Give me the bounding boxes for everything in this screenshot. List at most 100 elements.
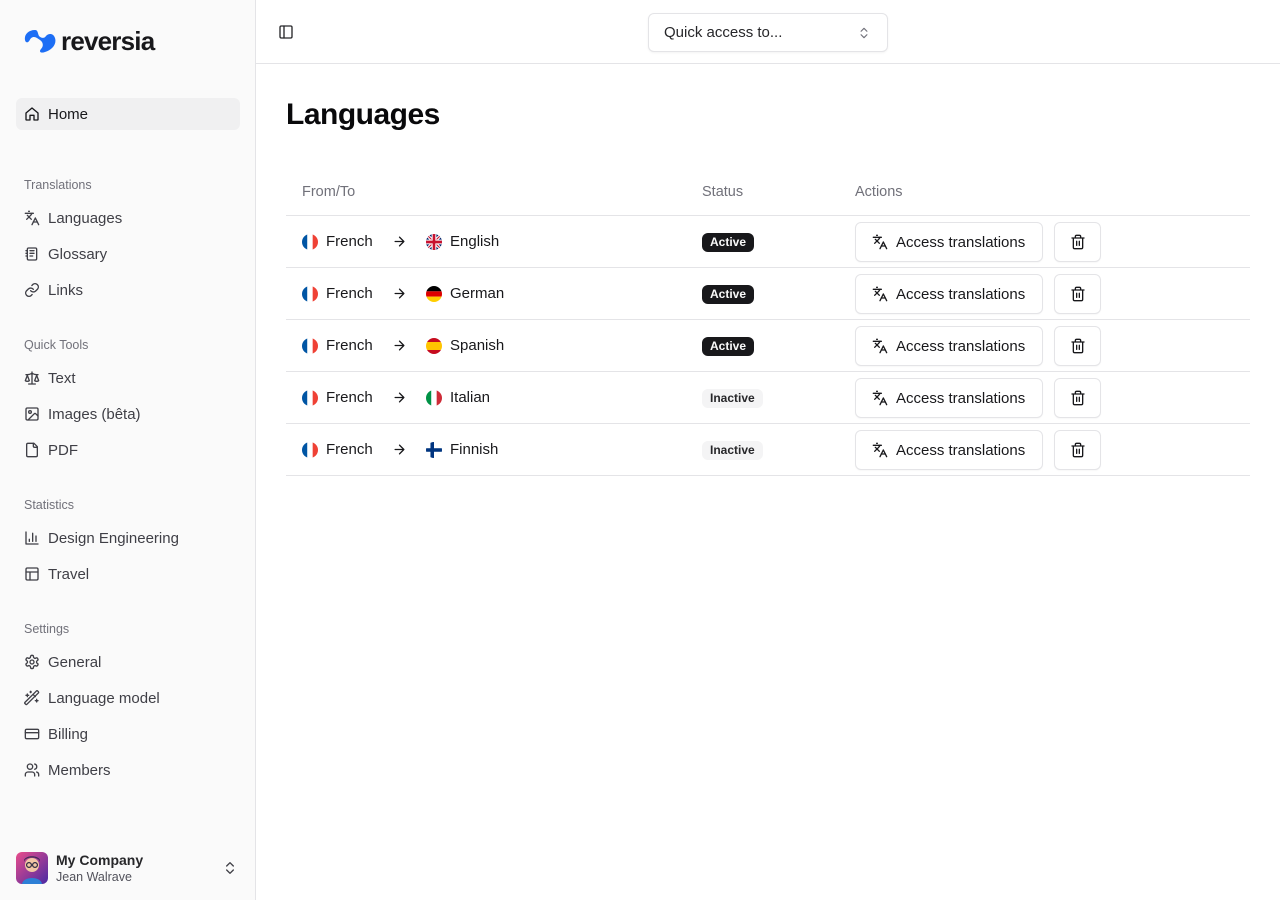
home-icon bbox=[25, 107, 39, 121]
delete-button[interactable] bbox=[1054, 274, 1101, 314]
access-translations-label: Access translations bbox=[896, 337, 1026, 355]
translate-icon bbox=[872, 442, 888, 458]
reversia-logo[interactable]: reversia bbox=[24, 26, 155, 56]
target-language: Italian bbox=[450, 389, 491, 406]
sidebar-item-label: Links bbox=[48, 281, 84, 299]
sidebar-item-images[interactable]: Images (bêta) bbox=[16, 398, 240, 430]
access-translations-label: Access translations bbox=[896, 389, 1026, 407]
group-label-settings: Settings bbox=[24, 622, 70, 636]
source-language: French bbox=[326, 233, 373, 250]
sidebar-item-label: General bbox=[48, 653, 102, 671]
company-name: My Company bbox=[56, 852, 144, 868]
credit-card-icon bbox=[24, 728, 40, 740]
status-badge: Active bbox=[702, 233, 755, 252]
trash-icon bbox=[1070, 286, 1085, 302]
sidebar-item-glossary[interactable]: Glossary bbox=[16, 238, 240, 270]
page-title: Languages bbox=[286, 98, 440, 131]
source-language: French bbox=[326, 389, 373, 406]
france-flag-icon bbox=[302, 442, 318, 458]
translate-icon bbox=[872, 390, 888, 406]
wand-icon bbox=[24, 690, 40, 706]
user-name: Jean Walrave bbox=[56, 870, 132, 884]
sidebar-item-label: Images (bêta) bbox=[48, 405, 141, 423]
access-translations-button[interactable]: Access translations bbox=[855, 430, 1043, 470]
sidebar-item-languages[interactable]: Languages bbox=[16, 202, 240, 234]
file-icon bbox=[26, 442, 38, 458]
sidebar-item-label: Languages bbox=[48, 209, 123, 227]
sidebar-item-pdf[interactable]: PDF bbox=[16, 434, 240, 466]
source-language: French bbox=[326, 285, 373, 302]
notebook-icon bbox=[25, 247, 38, 261]
translate-icon bbox=[872, 234, 888, 250]
quick-access-label: Quick access to... bbox=[664, 24, 783, 41]
image-icon bbox=[25, 407, 39, 421]
status-badge: Active bbox=[702, 285, 755, 304]
france-flag-icon bbox=[302, 390, 318, 406]
delete-button[interactable] bbox=[1054, 222, 1101, 262]
france-flag-icon bbox=[302, 234, 318, 250]
user-switcher[interactable]: My Company Jean Walrave bbox=[16, 850, 244, 886]
trash-icon bbox=[1070, 338, 1085, 354]
finland-flag-icon bbox=[426, 442, 442, 458]
sidebar-item-members[interactable]: Members bbox=[16, 754, 240, 786]
access-translations-label: Access translations bbox=[896, 285, 1026, 303]
access-translations-button[interactable]: Access translations bbox=[855, 274, 1043, 314]
trash-icon bbox=[1070, 390, 1085, 406]
sidebar-item-billing[interactable]: Billing bbox=[16, 718, 240, 750]
table-row: French Italian Inactive Access translati… bbox=[286, 372, 1250, 424]
target-language: English bbox=[450, 233, 500, 250]
uk-flag-icon bbox=[426, 234, 442, 250]
sidebar-item-text[interactable]: Text bbox=[16, 362, 240, 394]
languages-table: From/To Status Actions French English Ac… bbox=[286, 168, 1250, 476]
sidebar: reversia Home Translations Languages Glo… bbox=[0, 0, 256, 900]
avatar bbox=[16, 852, 48, 884]
access-translations-button[interactable]: Access translations bbox=[855, 326, 1043, 366]
sidebar-item-label: Home bbox=[48, 105, 89, 123]
sidebar-item-design-engineering[interactable]: Design Engineering bbox=[16, 522, 240, 554]
reversia-logo-icon bbox=[24, 30, 56, 53]
access-translations-button[interactable]: Access translations bbox=[855, 222, 1043, 262]
source-language: French bbox=[326, 441, 373, 458]
link-icon bbox=[25, 283, 39, 297]
sidebar-item-label: Travel bbox=[48, 565, 90, 583]
sidebar-item-label: Language model bbox=[48, 689, 160, 707]
delete-button[interactable] bbox=[1054, 378, 1101, 418]
sidebar-item-label: PDF bbox=[48, 441, 78, 459]
arrow-right-icon bbox=[394, 392, 405, 403]
sidebar-item-general[interactable]: General bbox=[16, 646, 240, 678]
delete-button[interactable] bbox=[1054, 326, 1101, 366]
access-translations-button[interactable]: Access translations bbox=[855, 378, 1043, 418]
chevrons-up-down-icon bbox=[860, 27, 868, 39]
gear-icon bbox=[25, 654, 39, 670]
bar-chart-icon bbox=[25, 531, 39, 545]
sidebar-item-language-model[interactable]: Language model bbox=[16, 682, 240, 714]
column-header-from-to: From/To bbox=[302, 184, 356, 200]
germany-flag-icon bbox=[426, 286, 442, 302]
scale-icon bbox=[24, 371, 40, 385]
group-label-quick-tools: Quick Tools bbox=[24, 338, 89, 352]
table-row: French Finnish Inactive Access translati… bbox=[286, 424, 1250, 476]
delete-button[interactable] bbox=[1054, 430, 1101, 470]
translate-icon bbox=[872, 286, 888, 302]
translate-icon bbox=[872, 338, 888, 354]
source-language: French bbox=[326, 337, 373, 354]
group-label-statistics: Statistics bbox=[24, 498, 75, 512]
status-badge: Inactive bbox=[702, 389, 763, 408]
translate-icon bbox=[24, 210, 40, 226]
group-label-translations: Translations bbox=[24, 178, 92, 192]
sidebar-item-links[interactable]: Links bbox=[16, 274, 240, 306]
france-flag-icon bbox=[302, 286, 318, 302]
trash-icon bbox=[1070, 442, 1085, 458]
users-icon bbox=[24, 763, 40, 777]
sidebar-item-home[interactable]: Home bbox=[16, 98, 240, 130]
sidebar-item-travel[interactable]: Travel bbox=[16, 558, 240, 590]
logo-text: reversia bbox=[61, 26, 155, 56]
target-language: German bbox=[450, 285, 505, 302]
sidebar-item-label: Design Engineering bbox=[48, 529, 179, 547]
target-language: Finnish bbox=[450, 441, 499, 458]
sidebar-toggle-icon[interactable] bbox=[278, 24, 294, 40]
arrow-right-icon bbox=[394, 288, 405, 299]
quick-access-select[interactable]: Quick access to... bbox=[648, 13, 888, 52]
arrow-right-icon bbox=[394, 444, 405, 455]
target-language: Spanish bbox=[450, 337, 505, 354]
